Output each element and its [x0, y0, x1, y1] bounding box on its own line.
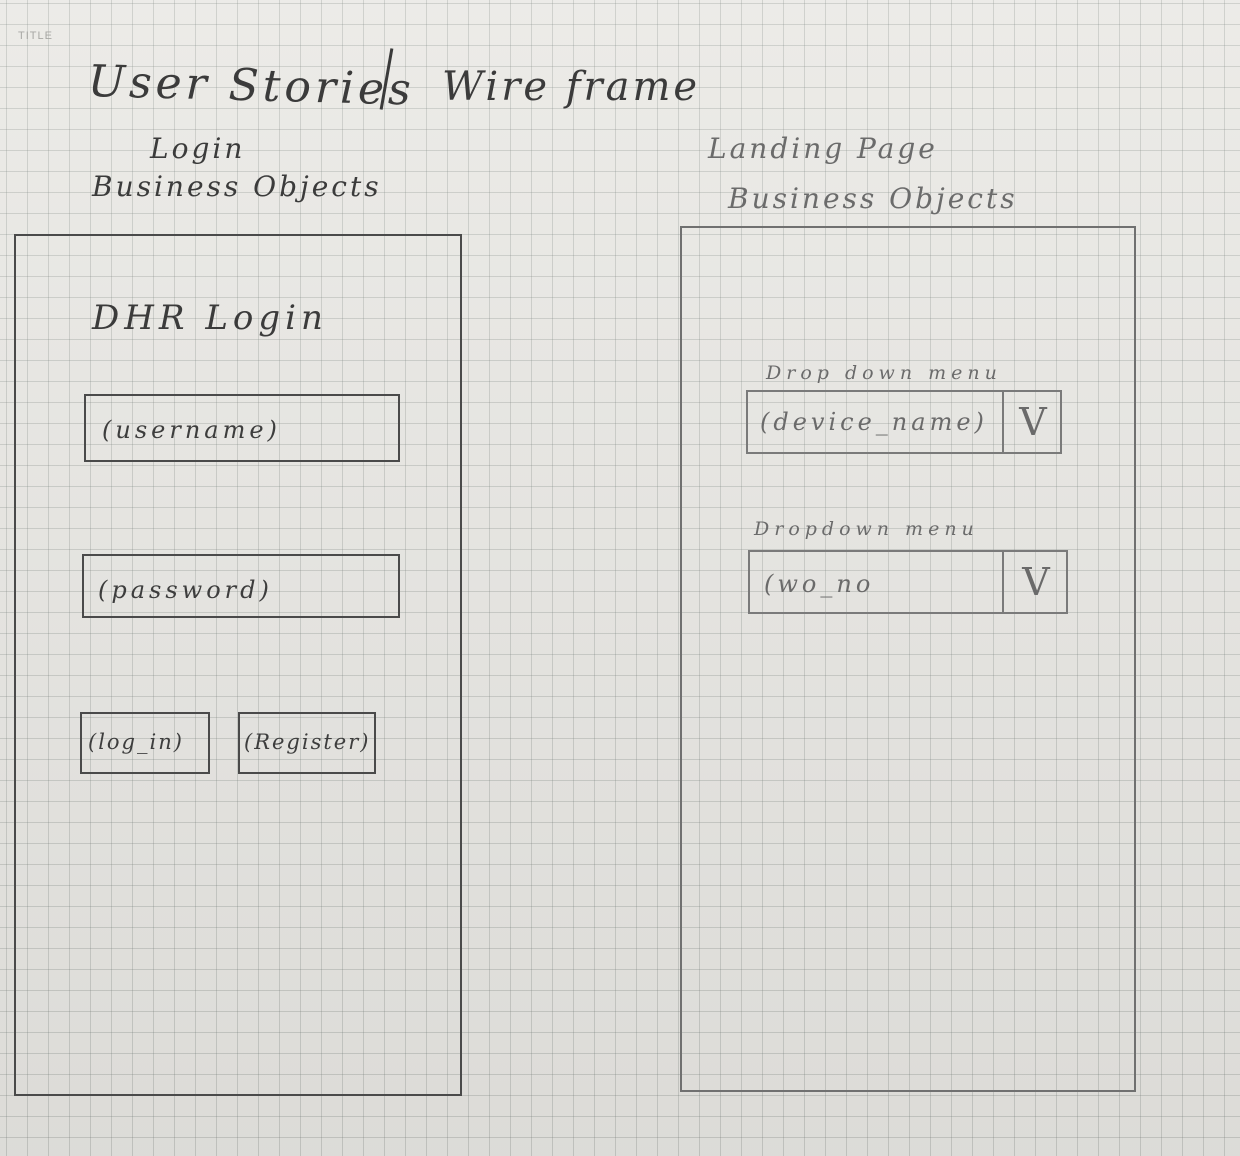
- landing-screen-heading: Landing Page: [708, 132, 938, 165]
- dropdown-1-caption: Drop down menu: [766, 362, 1002, 384]
- login-screen-heading: Login: [150, 132, 246, 165]
- register-button[interactable]: (Register): [238, 712, 376, 774]
- wo-no-value: (wo_no: [764, 570, 875, 598]
- sheet-corner-label: TITLE: [18, 30, 53, 42]
- password-input[interactable]: (password): [82, 554, 400, 618]
- login-button[interactable]: (log_in): [80, 712, 210, 774]
- dropdown-2-toggle-label: V: [1022, 560, 1050, 604]
- username-input[interactable]: (username): [84, 394, 400, 462]
- landing-screen-subheading: Business Objects: [728, 182, 1018, 215]
- page-title-wireframe: Wire frame: [442, 64, 701, 110]
- password-placeholder: (password): [98, 576, 273, 604]
- page-title: User Stories: [87, 56, 416, 116]
- login-screen-subheading: Business Objects: [92, 170, 382, 203]
- landing-screen-frame: Drop down menu (device_name) V Dropdown …: [680, 226, 1136, 1092]
- register-button-label: (Register): [244, 730, 371, 754]
- dropdown-1-chevron-icon[interactable]: V: [1006, 392, 1060, 452]
- login-app-title: DHR Login: [92, 298, 328, 338]
- login-button-label: (log_in): [88, 730, 184, 754]
- login-screen-frame: DHR Login (username) (password) (log_in)…: [14, 234, 462, 1096]
- username-placeholder: (username): [102, 416, 281, 444]
- dropdown-1-divider: [1002, 392, 1004, 452]
- dropdown-2-caption: Dropdown menu: [754, 518, 979, 540]
- wo-no-dropdown[interactable]: (wo_no V: [748, 550, 1068, 614]
- dropdown-2-chevron-icon[interactable]: V: [1006, 552, 1066, 612]
- dropdown-1-toggle-label: V: [1019, 400, 1047, 444]
- device-name-dropdown[interactable]: (device_name) V: [746, 390, 1062, 454]
- dropdown-2-divider: [1002, 552, 1004, 612]
- device-name-value: (device_name): [760, 408, 988, 436]
